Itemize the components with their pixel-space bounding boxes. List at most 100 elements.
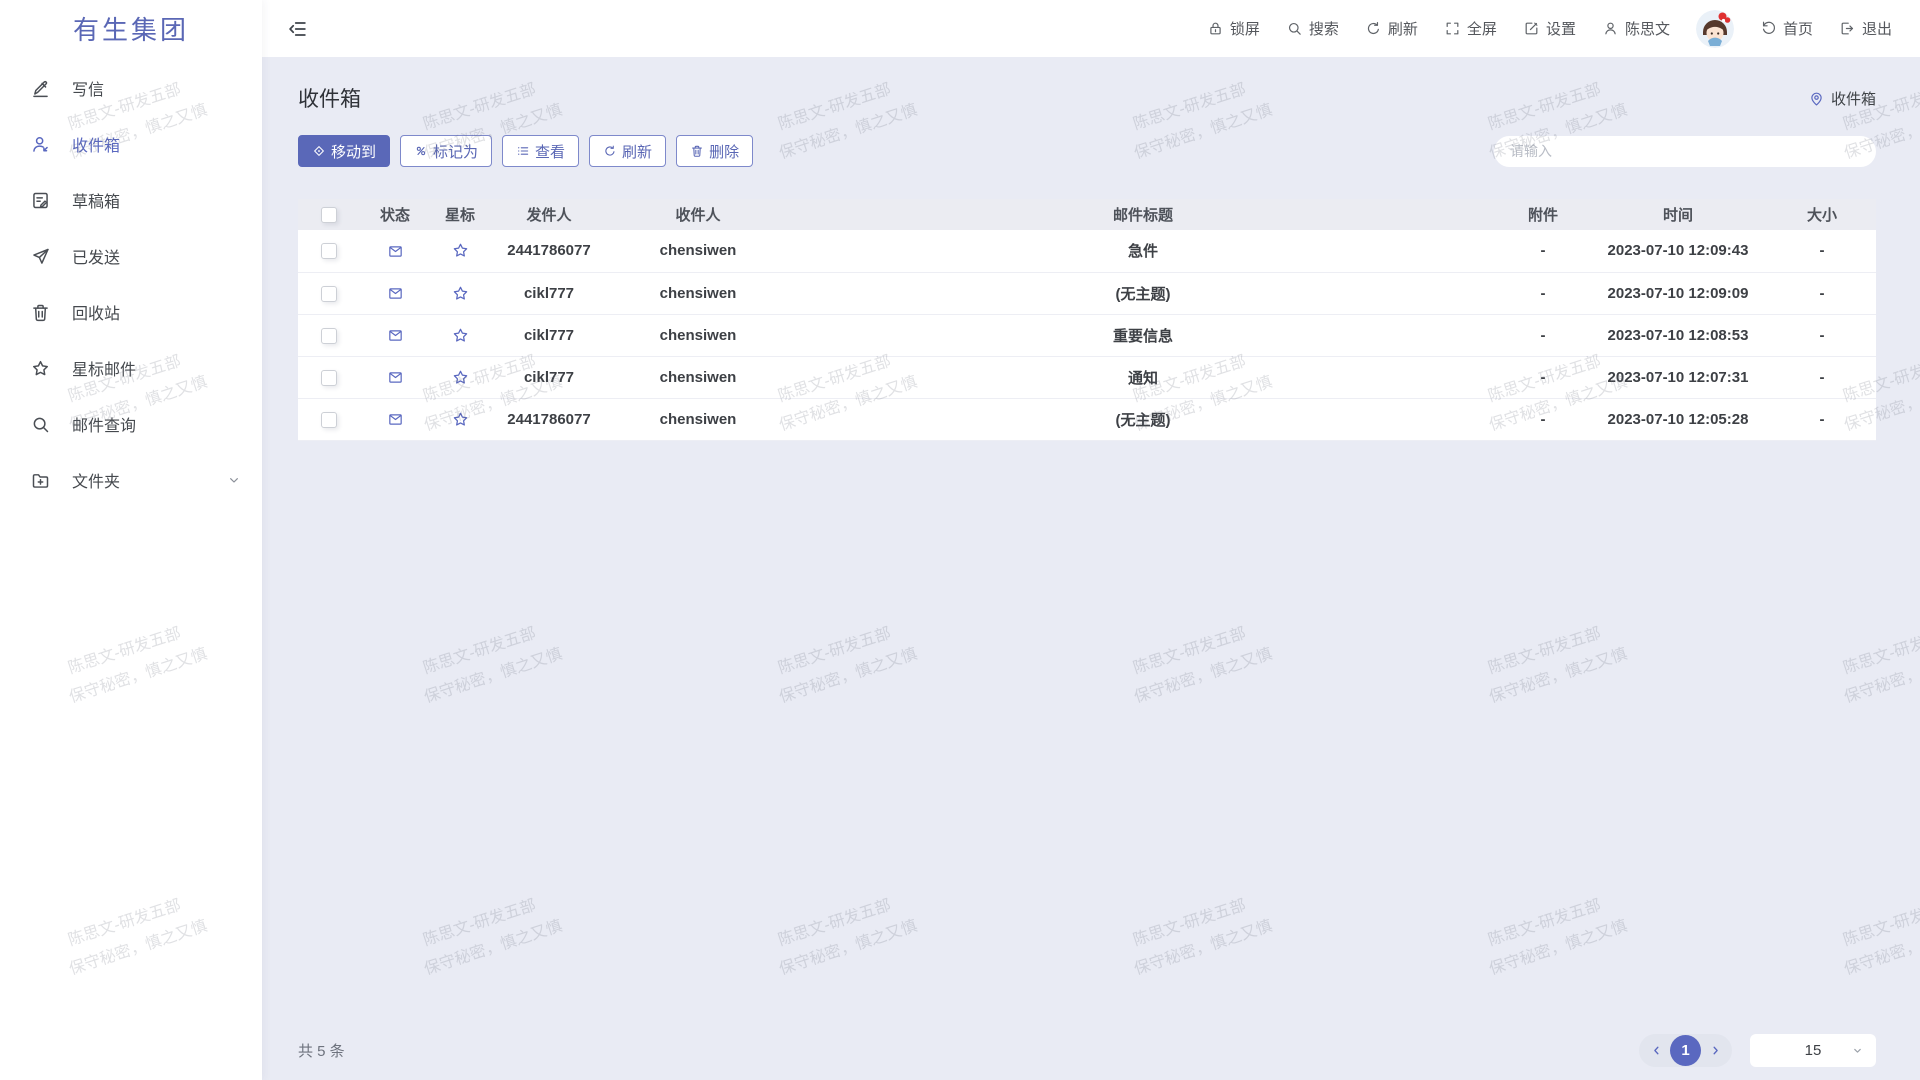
chevron-down-icon — [1851, 1044, 1864, 1057]
time-cell: 2023-07-10 12:09:09 — [1588, 272, 1768, 314]
attachment-cell: - — [1498, 398, 1588, 440]
recipient-cell: chensiwen — [608, 272, 788, 314]
column-header-status: 状态 — [360, 199, 430, 230]
page-1-button[interactable]: 1 — [1670, 1035, 1701, 1066]
logout-button[interactable]: 退出 — [1839, 18, 1892, 39]
app-window: 有生集团 写信 收件箱 草稿箱 已发送 回收站 — [0, 0, 1920, 1080]
column-header-subject: 邮件标题 — [788, 199, 1498, 230]
global-search-button[interactable]: 搜索 — [1286, 18, 1339, 39]
chevron-left-icon — [1650, 1044, 1663, 1057]
mail-table: 状态 星标 发件人 收件人 邮件标题 附件 时间 大小 — [298, 199, 1876, 441]
size-cell: - — [1768, 272, 1876, 314]
sidebar-item-recycle[interactable]: 回收站 — [0, 284, 262, 340]
move-to-icon — [312, 144, 326, 158]
time-cell: 2023-07-10 12:08:53 — [1588, 314, 1768, 356]
lock-screen-button[interactable]: 锁屏 — [1207, 18, 1260, 39]
refresh-icon — [603, 144, 617, 158]
subject-cell: 急件 — [788, 230, 1498, 272]
column-header-attachment: 附件 — [1498, 199, 1588, 230]
sidebar-item-folders[interactable]: 文件夹 — [0, 452, 262, 508]
move-to-button[interactable]: 移动到 — [298, 135, 390, 167]
mail-row[interactable]: cikl777 chensiwen 通知 - 2023-07-10 12:07:… — [298, 356, 1876, 398]
home-button[interactable]: 首页 — [1760, 18, 1813, 39]
app-logo: 有生集团 — [0, 0, 262, 57]
location-pin-icon — [1808, 90, 1825, 107]
select-all-checkbox[interactable] — [321, 207, 337, 223]
logout-icon — [1839, 20, 1856, 37]
attachment-cell: - — [1498, 272, 1588, 314]
size-cell: - — [1768, 398, 1876, 440]
table-footer: 共 5 条 1 15 — [298, 1034, 1876, 1067]
column-header-sender: 发件人 — [490, 199, 608, 230]
attachment-cell: - — [1498, 314, 1588, 356]
fullscreen-button[interactable]: 全屏 — [1444, 18, 1497, 39]
avatar[interactable] — [1696, 10, 1734, 48]
sidebar-item-label: 星标邮件 — [72, 356, 136, 380]
topbar-actions: 锁屏 搜索 刷新 全屏 设置 — [1207, 10, 1892, 48]
total-count: 共 5 条 — [298, 1040, 345, 1061]
sidebar-collapse-button[interactable] — [287, 18, 309, 40]
mail-row[interactable]: 2441786077 chensiwen (无主题) - 2023-07-10 … — [298, 398, 1876, 440]
sidebar-item-starred[interactable]: 星标邮件 — [0, 340, 262, 396]
prev-page-button[interactable] — [1644, 1039, 1668, 1063]
star-toggle-icon[interactable] — [451, 410, 470, 429]
user-menu[interactable]: 陈思文 — [1602, 18, 1670, 39]
search-icon — [1286, 20, 1303, 37]
sidebar-item-compose[interactable]: 写信 — [0, 60, 262, 116]
star-toggle-icon[interactable] — [451, 368, 470, 387]
table-search-input[interactable] — [1494, 136, 1876, 167]
topbar: 锁屏 搜索 刷新 全屏 设置 — [262, 0, 1920, 57]
sidebar-item-inbox[interactable]: 收件箱 — [0, 116, 262, 172]
refresh-list-button[interactable]: 刷新 — [589, 135, 666, 167]
delete-button[interactable]: 删除 — [676, 135, 753, 167]
sidebar-item-label: 写信 — [72, 76, 104, 100]
list-icon — [516, 144, 530, 158]
paper-plane-icon — [30, 246, 51, 267]
unread-mail-icon — [387, 285, 404, 302]
row-checkbox[interactable] — [321, 328, 337, 344]
page-title: 收件箱 — [298, 83, 361, 113]
main-content: 收件箱 收件箱 移动到 标记为 查看 — [262, 57, 1920, 1080]
mail-row[interactable]: cikl777 chensiwen (无主题) - 2023-07-10 12:… — [298, 272, 1876, 314]
page-size-select[interactable]: 15 — [1750, 1034, 1876, 1067]
star-toggle-icon[interactable] — [451, 326, 470, 345]
unread-mail-icon — [387, 243, 404, 260]
fullscreen-icon — [1444, 20, 1461, 37]
row-checkbox[interactable] — [321, 243, 337, 259]
sidebar-item-sent[interactable]: 已发送 — [0, 228, 262, 284]
main-column: 锁屏 搜索 刷新 全屏 设置 — [262, 0, 1920, 1080]
star-toggle-icon[interactable] — [451, 241, 470, 260]
settings-button[interactable]: 设置 — [1523, 18, 1576, 39]
user-name: 陈思文 — [1625, 18, 1670, 39]
view-button[interactable]: 查看 — [502, 135, 579, 167]
trash-icon — [690, 144, 704, 158]
column-header-recipient: 收件人 — [608, 199, 788, 230]
subject-cell: (无主题) — [788, 398, 1498, 440]
recipient-cell: chensiwen — [608, 398, 788, 440]
mark-as-button[interactable]: 标记为 — [400, 135, 492, 167]
mail-row[interactable]: cikl777 chensiwen 重要信息 - 2023-07-10 12:0… — [298, 314, 1876, 356]
refresh-button[interactable]: 刷新 — [1365, 18, 1418, 39]
sidebar-item-label: 草稿箱 — [72, 188, 120, 212]
sidebar-item-drafts[interactable]: 草稿箱 — [0, 172, 262, 228]
sidebar-item-mail-query[interactable]: 邮件查询 — [0, 396, 262, 452]
breadcrumb[interactable]: 收件箱 — [1808, 88, 1876, 109]
time-cell: 2023-07-10 12:05:28 — [1588, 398, 1768, 440]
sidebar-item-label: 已发送 — [72, 244, 120, 268]
sidebar: 有生集团 写信 收件箱 草稿箱 已发送 回收站 — [0, 0, 262, 1080]
row-checkbox[interactable] — [321, 370, 337, 386]
trash-icon — [30, 302, 51, 323]
star-toggle-icon[interactable] — [451, 284, 470, 303]
time-cell: 2023-07-10 12:09:43 — [1588, 230, 1768, 272]
sidebar-item-label: 收件箱 — [72, 132, 120, 156]
row-checkbox[interactable] — [321, 412, 337, 428]
page-header: 收件箱 收件箱 — [298, 83, 1876, 113]
mail-row[interactable]: 2441786077 chensiwen 急件 - 2023-07-10 12:… — [298, 230, 1876, 272]
refresh-icon — [1365, 20, 1382, 37]
search-icon — [30, 414, 51, 435]
row-checkbox[interactable] — [321, 286, 337, 302]
next-page-button[interactable] — [1703, 1039, 1727, 1063]
draft-icon — [30, 190, 51, 211]
chevron-down-icon — [226, 472, 242, 488]
folder-plus-icon — [30, 470, 51, 491]
